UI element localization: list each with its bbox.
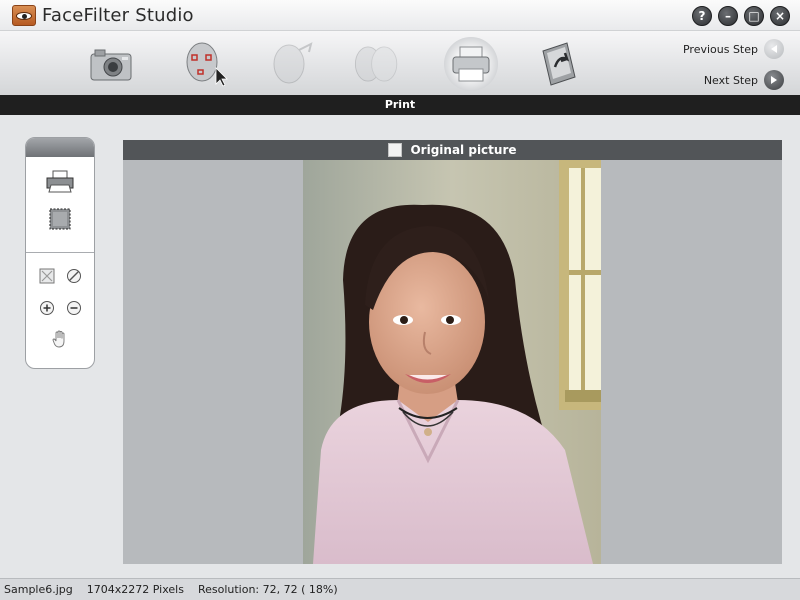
actual-size-icon	[67, 269, 81, 283]
status-filename: Sample6.jpg	[4, 583, 73, 596]
actual-size-button[interactable]	[64, 266, 84, 286]
crop-frame-button[interactable]	[44, 204, 76, 234]
step-face-select-button[interactable]	[176, 37, 230, 91]
step-face-compare-button[interactable]	[350, 37, 404, 91]
tool-panel-header	[26, 138, 94, 157]
previous-step-button[interactable]: Previous Step	[654, 37, 784, 61]
viewer-header: Original picture	[123, 140, 782, 160]
step-print-button[interactable]	[444, 37, 498, 91]
step-title-bar: Print	[0, 95, 800, 115]
step-toolbar: Previous Step Next Step	[0, 31, 800, 95]
portrait-photo-drawing	[303, 160, 601, 564]
app-logo-icon	[12, 5, 36, 26]
camera-icon	[90, 49, 132, 81]
step-exit-button[interactable]	[532, 37, 586, 91]
arrow-right-icon	[764, 70, 784, 90]
step-camera-button[interactable]	[84, 37, 138, 91]
print-settings-button[interactable]	[44, 166, 76, 196]
next-step-button[interactable]: Next Step	[654, 68, 784, 92]
hand-pan-icon	[52, 330, 65, 348]
original-picture-checkbox[interactable]	[388, 143, 403, 157]
zoom-out-button[interactable]	[64, 298, 84, 318]
tool-panel	[25, 137, 95, 369]
previous-step-label: Previous Step	[682, 42, 758, 56]
minimize-button[interactable]: –	[718, 6, 738, 26]
status-bar: Sample6.jpg 1704x2272 Pixels Resolution:…	[0, 578, 800, 600]
fit-window-button[interactable]	[37, 266, 57, 286]
fit-window-icon	[39, 268, 55, 284]
step-face-edit-button[interactable]	[264, 37, 318, 91]
face-select-icon	[186, 42, 228, 87]
status-resolution: Resolution: 72, 72 ( 18%)	[197, 583, 338, 596]
title-bar: FaceFilter Studio ? – □ ×	[0, 0, 800, 31]
zoom-in-button[interactable]	[37, 298, 57, 318]
hand-pan-button[interactable]	[50, 328, 70, 350]
face-compare-icon	[354, 46, 398, 82]
close-button[interactable]: ×	[770, 6, 790, 26]
app-title: FaceFilter Studio	[42, 5, 194, 26]
face-edit-icon	[273, 42, 313, 84]
viewer-header-label: Original picture	[410, 143, 517, 157]
status-dimensions: 1704x2272 Pixels	[86, 583, 184, 596]
maximize-button[interactable]: □	[744, 6, 764, 26]
crop-frame-icon	[49, 208, 71, 230]
zoom-in-icon	[40, 301, 54, 315]
next-step-label: Next Step	[703, 73, 758, 87]
image-viewer[interactable]	[123, 160, 782, 564]
zoom-out-icon	[67, 301, 81, 315]
arrow-left-icon	[764, 39, 784, 59]
help-button[interactable]: ?	[692, 6, 712, 26]
tool-panel-divider	[26, 252, 94, 253]
print-settings-icon	[46, 170, 74, 193]
portrait-photo	[303, 160, 601, 564]
exit-folder-icon	[542, 42, 576, 86]
printer-icon	[452, 46, 490, 82]
